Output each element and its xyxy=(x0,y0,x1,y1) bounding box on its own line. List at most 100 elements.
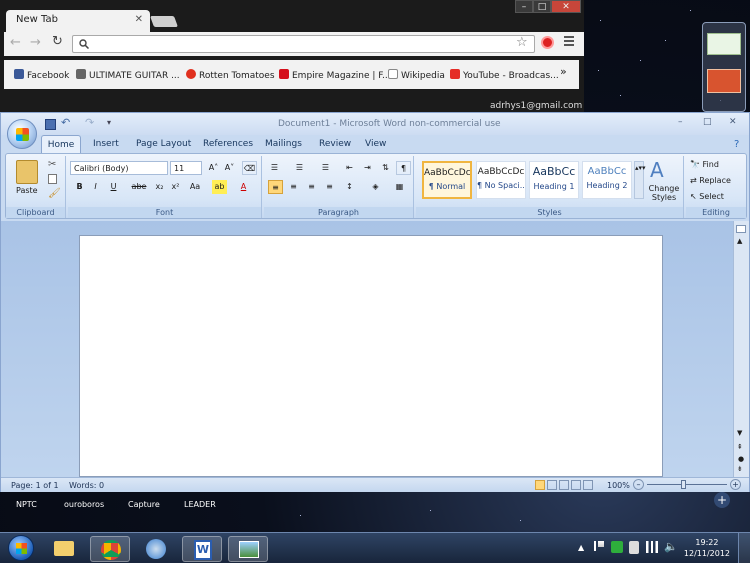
multilevel-list-icon[interactable]: ☰ xyxy=(318,161,333,175)
font-name-select[interactable]: Calibri (Body) xyxy=(70,161,168,175)
bold-button[interactable]: B xyxy=(72,180,87,194)
ruler-icon[interactable] xyxy=(736,225,746,233)
desktop-label-capture[interactable]: Capture xyxy=(128,500,160,509)
highlight-icon[interactable]: ab xyxy=(212,180,227,194)
cut-icon[interactable]: ✂ xyxy=(48,159,56,170)
underline-button[interactable]: U xyxy=(106,180,121,194)
web-layout-icon[interactable] xyxy=(559,480,569,490)
replace-button[interactable]: ⇄ Replace xyxy=(690,176,731,185)
forward-icon[interactable]: → xyxy=(30,35,41,50)
reload-icon[interactable]: ↻ xyxy=(52,34,63,49)
minimize-button[interactable]: – xyxy=(515,0,533,13)
superscript-button[interactable]: x² xyxy=(168,180,183,194)
browse-object-icon[interactable]: ● xyxy=(738,455,744,463)
desktop-label-nptc[interactable]: NPTC xyxy=(16,500,37,509)
bookmark-facebook[interactable]: Facebook xyxy=(14,69,69,81)
maximize-button[interactable]: □ xyxy=(533,0,551,13)
tab-references[interactable]: References xyxy=(203,139,253,149)
taskbar-word[interactable]: W xyxy=(182,536,222,562)
bookmark-rotten-tomatoes[interactable]: Rotten Tomatoes xyxy=(186,69,275,81)
align-center-icon[interactable]: ≡ xyxy=(286,180,301,194)
align-right-icon[interactable]: ≡ xyxy=(304,180,319,194)
word-maximize-button[interactable]: □ xyxy=(703,117,712,127)
shrink-font-icon[interactable]: A˅ xyxy=(222,161,237,175)
scroll-down-icon[interactable]: ▼ xyxy=(737,429,742,437)
change-case-button[interactable]: Aa xyxy=(186,180,204,194)
line-spacing-icon[interactable]: ↕ xyxy=(342,180,357,194)
tab-mailings[interactable]: Mailings xyxy=(265,139,302,149)
shading-icon[interactable]: ◈ xyxy=(368,180,383,194)
word-count[interactable]: Words: 0 xyxy=(69,481,104,490)
new-tab-button[interactable] xyxy=(149,16,179,27)
increase-indent-icon[interactable]: ⇥ xyxy=(360,161,375,175)
taskbar-gadget[interactable] xyxy=(228,536,268,562)
word-minimize-button[interactable]: – xyxy=(678,117,683,127)
help-icon[interactable]: ? xyxy=(734,139,739,150)
zoom-level[interactable]: 100% xyxy=(607,481,630,490)
copy-icon[interactable] xyxy=(48,174,57,184)
paste-icon[interactable] xyxy=(16,160,38,184)
select-button[interactable]: ↖ Select xyxy=(690,192,724,201)
tab-view[interactable]: View xyxy=(365,139,386,149)
styles-scroll-icon[interactable]: ▴▾▾ xyxy=(634,161,646,199)
document-page[interactable] xyxy=(79,235,663,477)
back-icon[interactable]: ← xyxy=(10,35,21,50)
show-hidden-icons[interactable]: ▲ xyxy=(578,543,584,552)
style-heading-1[interactable]: AaBbCc Heading 1 xyxy=(529,161,579,199)
word-close-button[interactable]: ✕ xyxy=(729,117,737,127)
tab-page-layout[interactable]: Page Layout xyxy=(136,139,191,149)
draft-icon[interactable] xyxy=(583,480,593,490)
star-icon[interactable]: ☆ xyxy=(516,35,528,50)
borders-icon[interactable]: ▦ xyxy=(392,180,407,194)
decrease-indent-icon[interactable]: ⇤ xyxy=(342,161,357,175)
style-no-spacing[interactable]: AaBbCcDc ¶ No Spaci... xyxy=(476,161,526,199)
flag-icon[interactable] xyxy=(594,541,604,551)
close-window-button[interactable]: ✕ xyxy=(551,0,581,13)
address-bar[interactable] xyxy=(72,35,535,53)
bookmark-youtube[interactable]: YouTube - Broadcas... xyxy=(450,69,559,81)
power-icon[interactable] xyxy=(629,541,639,554)
sort-icon[interactable]: ⇅ xyxy=(378,161,393,175)
print-layout-icon[interactable] xyxy=(535,480,545,490)
taskbar-chrome[interactable] xyxy=(90,536,130,562)
opera-extension-icon[interactable] xyxy=(541,36,554,49)
zoom-slider-thumb[interactable] xyxy=(681,480,686,489)
show-desktop-button[interactable] xyxy=(738,533,750,563)
change-styles-icon[interactable]: A xyxy=(650,158,664,182)
clock[interactable]: 19:22 12/11/2012 xyxy=(684,537,730,559)
taskbar-itunes[interactable] xyxy=(136,536,176,562)
zoom-out-icon[interactable]: – xyxy=(633,479,644,490)
zoom-in-icon[interactable]: + xyxy=(730,479,741,490)
taskbar-explorer[interactable] xyxy=(44,536,84,562)
italic-button[interactable]: I xyxy=(88,180,103,194)
account-email[interactable]: adrhys1@gmail.com xyxy=(490,101,582,111)
vertical-scrollbar[interactable]: ▲ ▼ ⇞ ● ⇟ xyxy=(733,221,749,477)
customize-toolbar-icon[interactable]: ▾ xyxy=(107,118,111,127)
align-left-icon[interactable]: ≡ xyxy=(268,180,283,194)
close-tab-icon[interactable]: ✕ xyxy=(135,14,143,25)
tab-review[interactable]: Review xyxy=(319,139,351,149)
next-page-icon[interactable]: ⇟ xyxy=(737,465,743,473)
previous-page-icon[interactable]: ⇞ xyxy=(737,443,743,451)
full-screen-reading-icon[interactable] xyxy=(547,480,557,490)
start-button[interactable] xyxy=(8,535,34,561)
format-painter-icon[interactable]: 🖌 xyxy=(48,188,61,199)
bookmarks-overflow-button[interactable]: » xyxy=(560,65,567,78)
show-formatting-icon[interactable]: ¶ xyxy=(396,161,411,175)
desktop-gadget[interactable] xyxy=(702,22,746,112)
gadget-add-icon[interactable]: + xyxy=(714,492,730,508)
find-button[interactable]: 🔭 Find xyxy=(690,160,719,169)
update-icon[interactable] xyxy=(611,541,623,553)
zoom-slider[interactable] xyxy=(647,484,727,485)
volume-icon[interactable]: 🔈 xyxy=(664,540,678,553)
numbering-icon[interactable]: ☰ xyxy=(292,161,307,175)
change-styles-button[interactable]: Change Styles xyxy=(646,184,682,202)
strikethrough-button[interactable]: abe xyxy=(130,180,148,194)
desktop-label-leader[interactable]: LEADER xyxy=(184,500,216,509)
menu-icon[interactable] xyxy=(564,36,574,46)
paste-button[interactable]: Paste xyxy=(16,186,38,195)
scroll-up-icon[interactable]: ▲ xyxy=(737,237,742,245)
bookmark-empire-magazine[interactable]: Empire Magazine | F... xyxy=(279,69,391,81)
bullets-icon[interactable]: ☰ xyxy=(267,161,282,175)
page-count[interactable]: Page: 1 of 1 xyxy=(11,481,59,490)
